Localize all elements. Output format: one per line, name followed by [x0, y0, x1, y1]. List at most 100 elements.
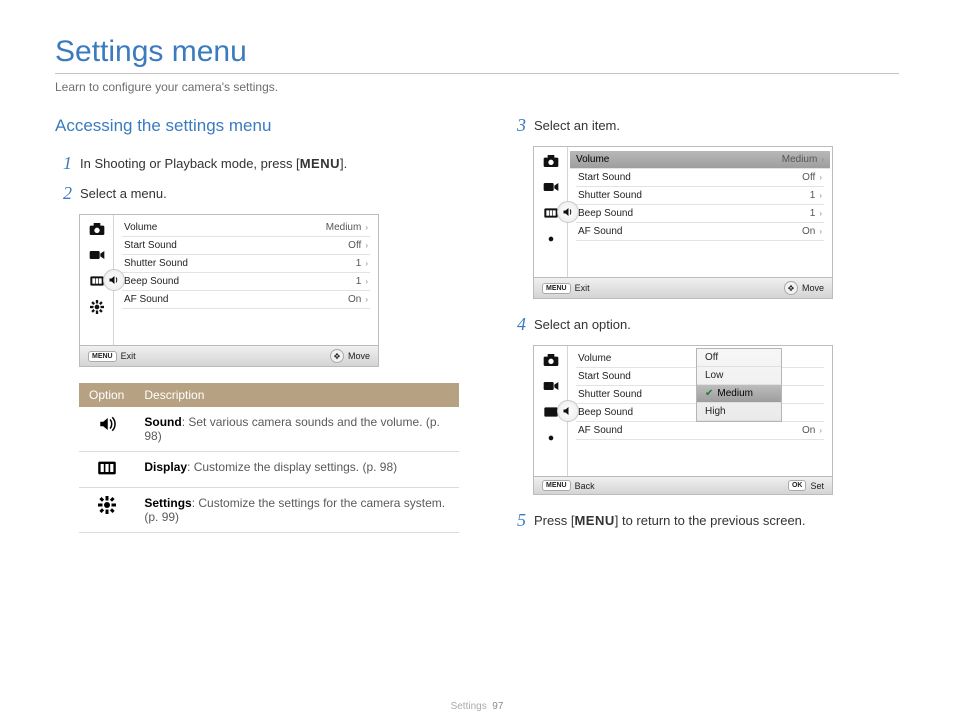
- step-2: 2 Select a menu.: [63, 184, 459, 202]
- menu-row-label: Volume: [576, 154, 609, 165]
- menu-row-label: AF Sound: [578, 226, 622, 237]
- menu-row-label: Beep Sound: [578, 208, 633, 219]
- menu-row-label: AF Sound: [124, 294, 168, 305]
- menu-row-value: Off: [348, 240, 361, 251]
- option-description: : Set various camera sounds and the volu…: [144, 415, 439, 443]
- gear-icon: [541, 231, 561, 247]
- sound-tab-indicator-icon: [557, 201, 579, 223]
- dropdown-item-medium-selected: ✔Medium: [697, 385, 781, 403]
- page-intro: Learn to configure your camera's setting…: [55, 80, 899, 94]
- chevron-right-icon: ›: [819, 209, 822, 218]
- volume-dropdown: Off Low ✔Medium High: [696, 348, 782, 422]
- menu-row-value: Medium: [782, 154, 818, 165]
- menu-row-label: Beep Sound: [124, 276, 179, 287]
- menu-row-beep-sound: Beep Sound1›: [576, 205, 824, 223]
- menu-button-icon: MENU: [542, 283, 571, 294]
- camera-icon: [541, 352, 561, 368]
- footer-move-label: Move: [348, 351, 370, 361]
- step-number: 3: [517, 116, 526, 134]
- menu-word: MENU: [300, 156, 340, 171]
- menu-button-icon: MENU: [542, 480, 571, 491]
- menu-row-value: On: [802, 425, 815, 436]
- footer-exit-label: Exit: [121, 351, 136, 361]
- sound-tab-indicator-icon: [103, 269, 125, 291]
- step-number: 4: [517, 315, 526, 333]
- menu-row-label: Start Sound: [578, 371, 631, 382]
- menu-row-label: Start Sound: [124, 240, 177, 251]
- step-text-part: In Shooting or Playback mode, press [: [80, 156, 300, 171]
- menu-row-af-sound: AF Sound On ›: [576, 223, 824, 241]
- chevron-right-icon: ›: [365, 295, 368, 304]
- gear-icon: [87, 299, 107, 315]
- dropdown-item-label: Medium: [717, 388, 753, 399]
- menu-row-volume: Volume Medium›: [122, 219, 370, 237]
- menu-footer: MENUBack OKSet: [534, 476, 832, 494]
- chevron-right-icon: ›: [819, 227, 822, 236]
- dpad-icon: ✥: [330, 349, 344, 363]
- step-text: Press [MENU] to return to the previous s…: [534, 511, 806, 528]
- menu-row-volume-selected: VolumeMedium›: [570, 151, 830, 169]
- footer-exit-label: Exit: [575, 283, 590, 293]
- page-title: Settings menu: [55, 35, 899, 74]
- step-5: 5 Press [MENU] to return to the previous…: [517, 511, 899, 529]
- menu-list: VolumeMedium› Start SoundOff› Shutter So…: [114, 215, 378, 345]
- dropdown-item-high: High: [697, 403, 781, 421]
- step-text: Select a menu.: [80, 184, 167, 201]
- menu-footer: MENU Exit ✥ Move: [80, 345, 378, 366]
- chevron-right-icon: ›: [819, 426, 822, 435]
- footer-move-label: Move: [802, 283, 824, 293]
- camera-icon: [87, 221, 107, 237]
- menu-row-label: AF Sound: [578, 425, 622, 436]
- step-text: Select an item.: [534, 116, 620, 133]
- ok-button-icon: OK: [788, 480, 807, 491]
- menu-row-label: Beep Sound: [578, 407, 633, 418]
- menu-button-icon: MENU: [88, 351, 117, 362]
- footer-section: Settings: [451, 701, 487, 712]
- menu-row-value: Medium: [326, 222, 362, 233]
- sound-tab-indicator-icon: [557, 400, 579, 422]
- table-row-display: Display: Customize the display settings.…: [79, 452, 459, 488]
- step-text-part: ].: [340, 156, 347, 171]
- dropdown-item-off: Off: [697, 349, 781, 367]
- step-text-part: ] to return to the previous screen.: [615, 513, 806, 528]
- display-icon: [79, 452, 134, 488]
- sound-icon: [79, 407, 134, 452]
- menu-row-label: Shutter Sound: [124, 258, 188, 269]
- menu-row-start-sound: Start SoundOff›: [122, 237, 370, 255]
- video-icon: [541, 179, 561, 195]
- video-icon: [87, 247, 107, 263]
- step-text: Select an option.: [534, 315, 631, 332]
- menu-row-value: 1: [810, 190, 816, 201]
- step-3: 3 Select an item.: [517, 116, 899, 134]
- step-number: 1: [63, 154, 72, 172]
- step-number: 2: [63, 184, 72, 202]
- camera-menu-screenshot-item-select: Volume Medium › Start SoundOff› Shutter So…: [533, 146, 833, 299]
- step-4: 4 Select an option.: [517, 315, 899, 333]
- menu-list: Volume Start Sound Shutter Sound Beep So…: [568, 346, 832, 476]
- menu-row-shutter-sound: Shutter Sound1›: [122, 255, 370, 273]
- footer-page-number: 97: [492, 701, 503, 712]
- menu-row-label: Volume: [124, 222, 157, 233]
- menu-list: Volume Medium › Start SoundOff› Shutter So…: [568, 147, 832, 277]
- option-description-table: Option Description Sound: Set various ca…: [79, 383, 459, 533]
- gear-icon: [541, 430, 561, 446]
- chevron-right-icon: ›: [365, 223, 368, 232]
- menu-row-label: Shutter Sound: [578, 389, 642, 400]
- menu-row-shutter-sound: Shutter Sound1›: [576, 187, 824, 205]
- step-1: 1 In Shooting or Playback mode, press [M…: [63, 154, 459, 172]
- menu-row-value: Off: [802, 172, 815, 183]
- table-header-option: Option: [79, 383, 134, 407]
- table-row-sound: Sound: Set various camera sounds and the…: [79, 407, 459, 452]
- menu-row-value: On: [802, 226, 815, 237]
- footer-set-label: Set: [810, 481, 824, 491]
- menu-row-beep-sound: Beep Sound1›: [122, 273, 370, 291]
- menu-row-start-sound: Start SoundOff›: [576, 169, 824, 187]
- camera-menu-screenshot: VolumeMedium› Start SoundOff› Shutter So…: [79, 214, 379, 367]
- step-text: In Shooting or Playback mode, press [MEN…: [80, 154, 347, 171]
- menu-row-value: 1: [356, 258, 362, 269]
- chevron-right-icon: ›: [819, 191, 822, 200]
- option-title: Sound: [144, 415, 181, 429]
- camera-icon: [541, 153, 561, 169]
- option-title: Display: [144, 460, 187, 474]
- table-header-description: Description: [134, 383, 459, 407]
